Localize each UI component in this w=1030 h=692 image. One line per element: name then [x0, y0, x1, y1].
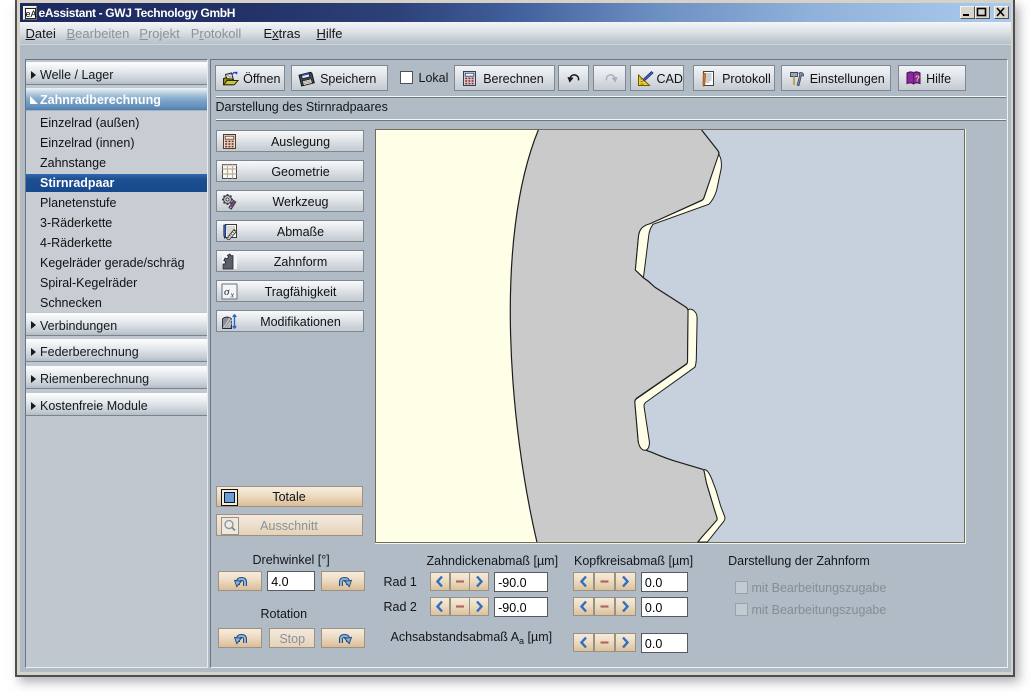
svg-text:x: x [229, 290, 234, 299]
svg-text:?: ? [915, 75, 920, 84]
svg-text:σ: σ [224, 286, 230, 298]
